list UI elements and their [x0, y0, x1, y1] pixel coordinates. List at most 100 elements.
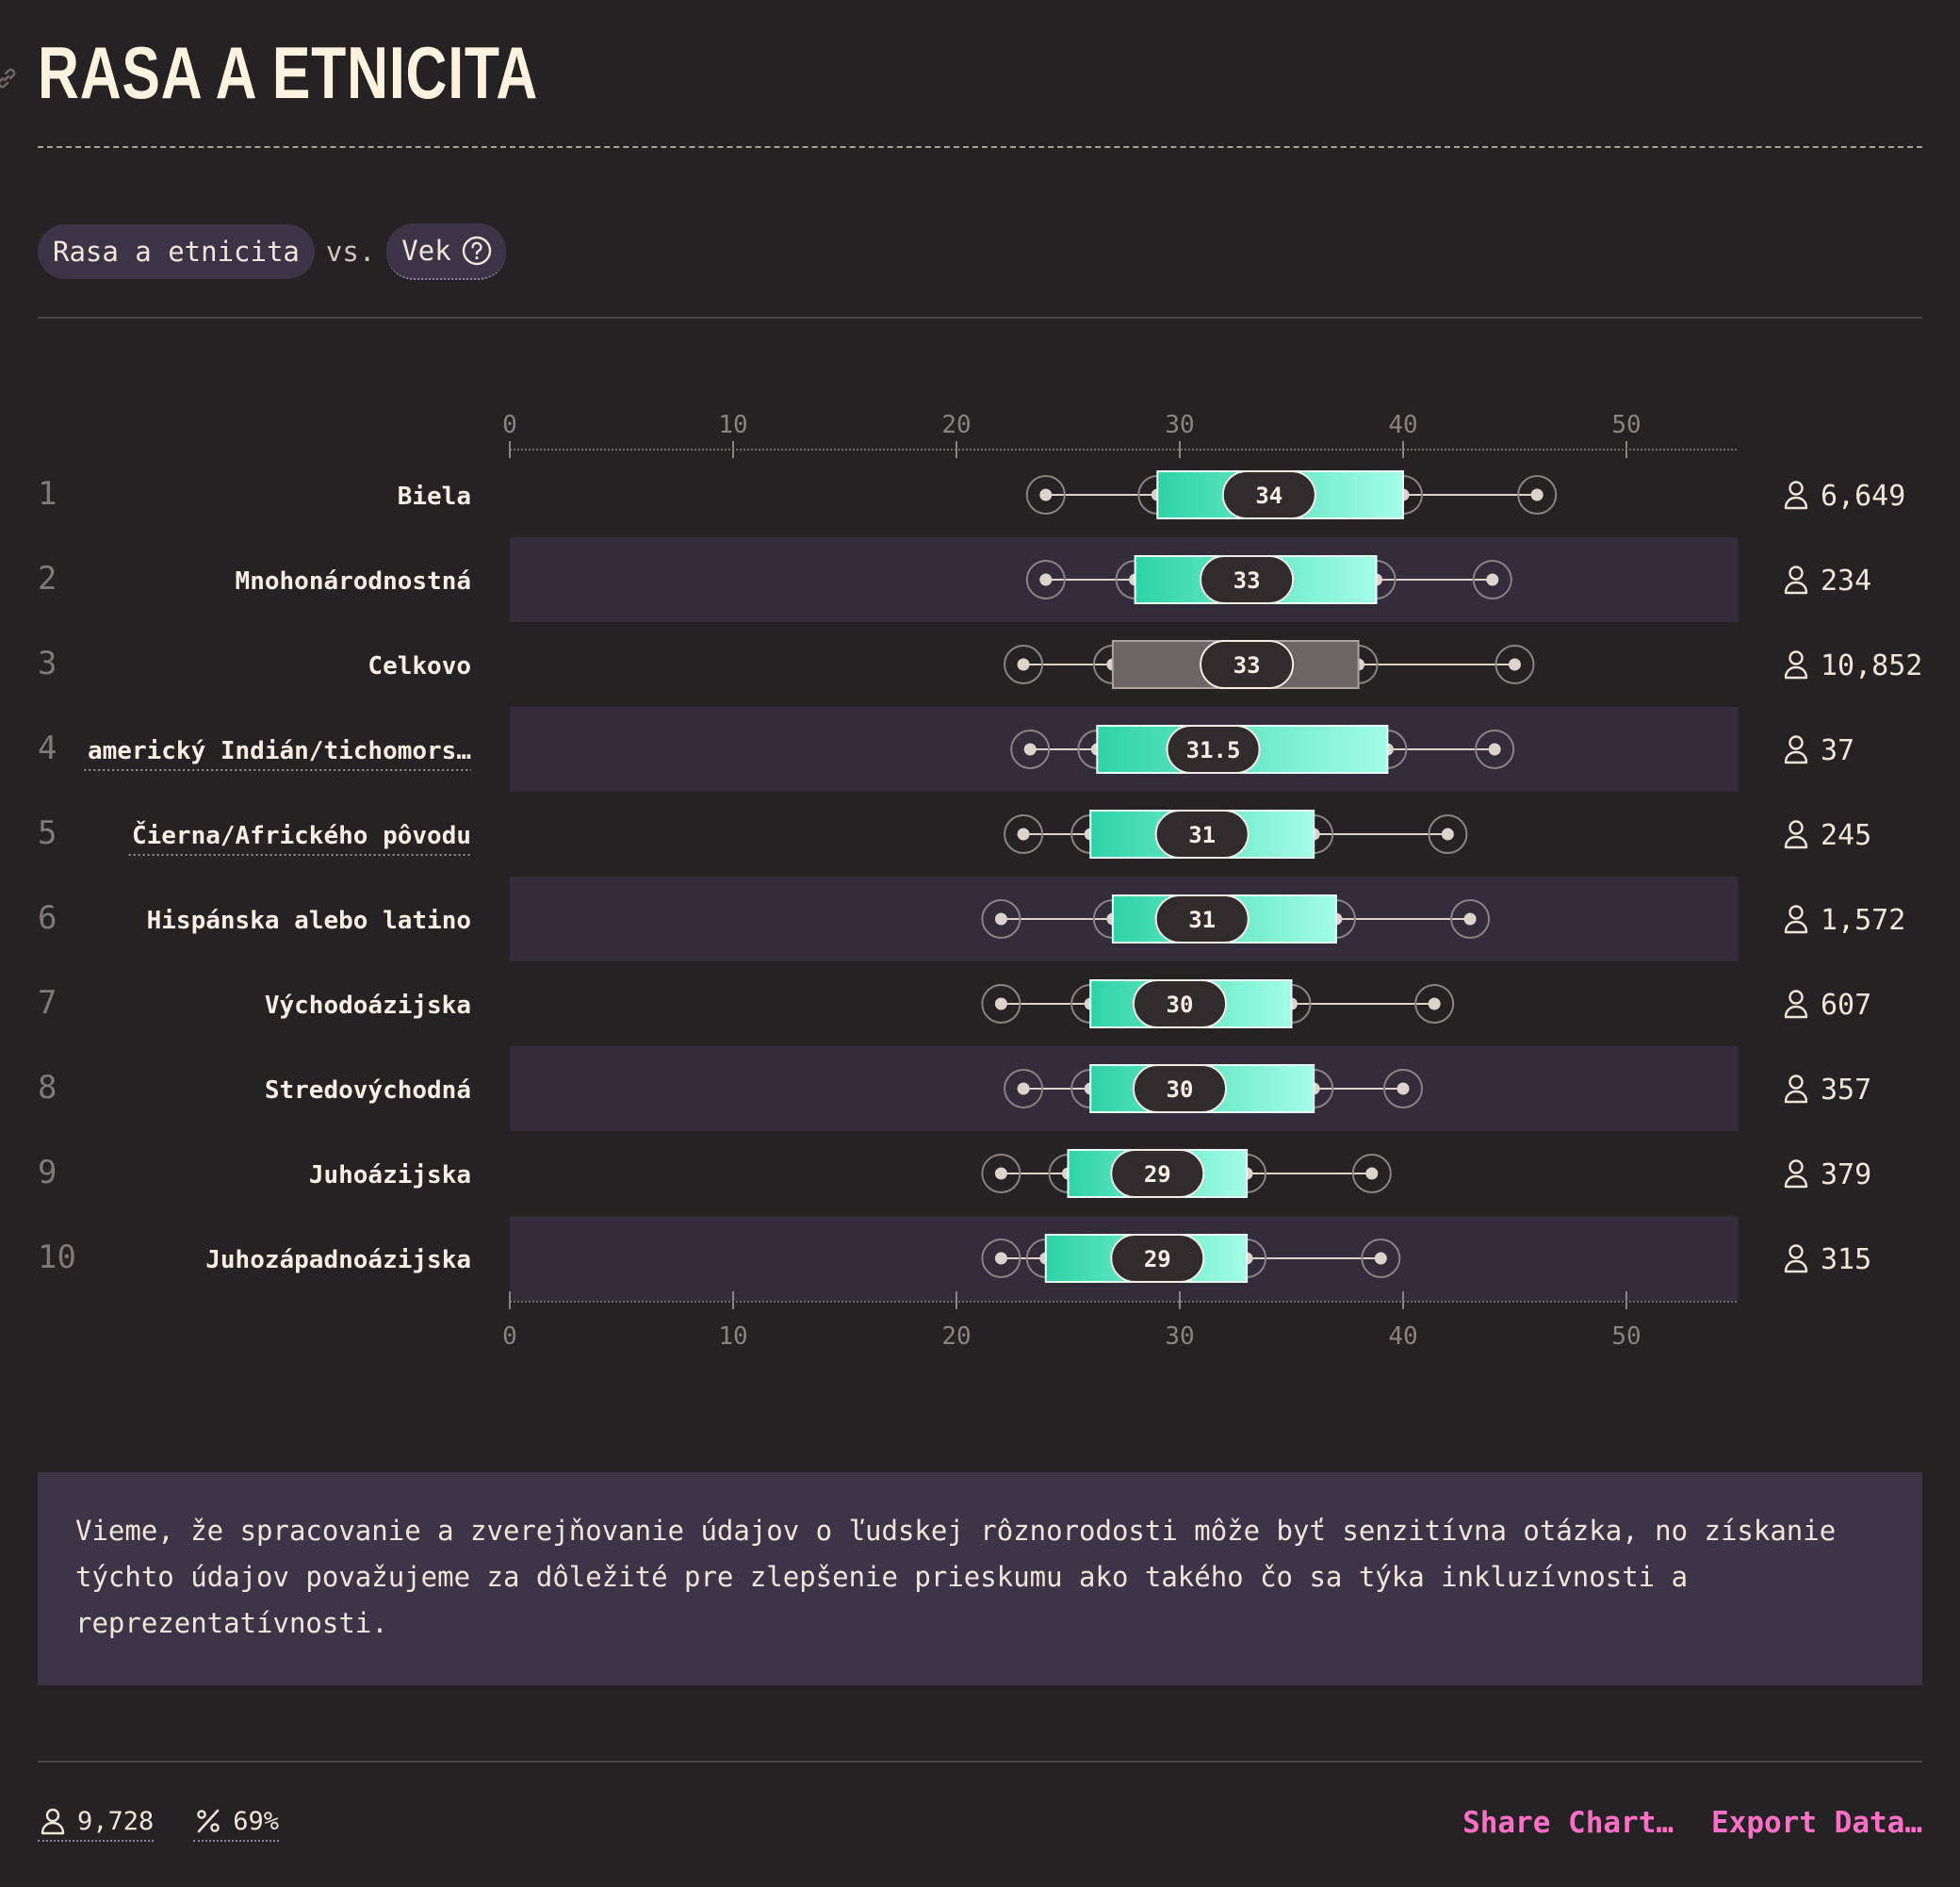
percent-value: 69% [233, 1806, 280, 1836]
person-icon [1784, 905, 1808, 934]
person-icon-body [1784, 1090, 1808, 1104]
median-label: 31.5 [1186, 737, 1241, 763]
vs-label: vs. [325, 236, 376, 268]
row-rank: 5 [38, 814, 57, 852]
person-icon-head [1788, 566, 1804, 581]
person-icon-head [1788, 650, 1804, 665]
top-tick-label: 0 [502, 411, 517, 439]
link-icon[interactable] [0, 66, 19, 90]
secondary-variable-label: Vek [401, 235, 451, 267]
export-data-link[interactable]: Export Data… [1711, 1806, 1922, 1840]
row-rank: 1 [38, 475, 57, 513]
person-icon-body [1784, 581, 1808, 595]
person-icon [1784, 1244, 1808, 1273]
person-icon-body [1784, 1259, 1808, 1273]
row-count: 37 [1821, 734, 1854, 767]
age-box-plot-chart: 0 10 20 30 40 50 0 10 20 30 40 50 1 Biela 34 6,6492 Mn… [38, 411, 1922, 1351]
person-icon [1784, 481, 1808, 510]
top-tick-label: 20 [941, 411, 971, 439]
footer-stats: 9,728 69% [38, 1806, 280, 1842]
person-icon-head [1788, 1075, 1804, 1090]
median-label: 34 [1255, 483, 1282, 509]
row-label: americký Indián/tichomors… [88, 737, 471, 765]
p90-marker-dot [1463, 912, 1477, 926]
person-icon [1784, 566, 1808, 595]
bottom-tick-label: 20 [941, 1322, 971, 1351]
percent-stat[interactable]: 69% [193, 1806, 280, 1842]
row-rank: 2 [38, 560, 57, 598]
bottom-tick-label: 50 [1611, 1322, 1641, 1351]
bottom-tick-label: 40 [1388, 1322, 1417, 1351]
help-circle-icon[interactable] [461, 235, 493, 267]
person-icon-body [1784, 496, 1808, 510]
chart-row: 5 Čierna/Afrického pôvodu 31 245 [38, 810, 1871, 859]
p90-marker-dot [1374, 1252, 1387, 1265]
footer-divider [38, 1761, 1922, 1763]
row-rank: 4 [38, 730, 57, 767]
title-divider [38, 146, 1922, 148]
p90-marker-dot [1488, 743, 1501, 756]
share-chart-link[interactable]: Share Chart… [1462, 1806, 1674, 1840]
row-rank: 8 [38, 1069, 57, 1107]
page-title: RASA A ETNICITA [38, 31, 539, 114]
person-icon [1784, 1159, 1808, 1189]
p90-marker-dot [1396, 1082, 1410, 1095]
top-tick-label: 30 [1165, 411, 1194, 439]
row-rank: 9 [38, 1154, 57, 1191]
row-count: 6,649 [1821, 480, 1905, 513]
row-count: 379 [1821, 1158, 1871, 1191]
top-tick-label: 40 [1388, 411, 1417, 439]
row-label: Čierna/Afrického pôvodu [132, 820, 471, 850]
p10-marker-dot [994, 912, 1007, 926]
row-count: 234 [1821, 565, 1871, 598]
p90-marker-dot [1509, 658, 1521, 671]
median-label: 29 [1144, 1161, 1171, 1188]
p10-marker-dot [1039, 488, 1053, 501]
person-icon [1784, 1075, 1808, 1104]
respondents-stat[interactable]: 9,728 [38, 1806, 155, 1842]
top-tick-label: 50 [1611, 411, 1641, 439]
percent-icon [197, 1809, 220, 1833]
person-icon-head [1788, 735, 1804, 750]
median-label: 30 [1167, 1076, 1194, 1103]
p10-marker-dot [1017, 1082, 1030, 1095]
row-rank: 3 [38, 645, 57, 682]
median-label: 30 [1167, 992, 1194, 1018]
chart-row: 3 Celkovo 33 10,852 [38, 640, 1922, 689]
median-label: 31 [1188, 822, 1216, 848]
row-count: 1,572 [1821, 904, 1905, 937]
bottom-tick-label: 30 [1165, 1322, 1194, 1351]
person-icon [1784, 820, 1808, 849]
row-label: Juhozápadnoázijska [205, 1246, 471, 1274]
row-label: Mnohonárodnostná [236, 567, 471, 596]
person-icon [1784, 650, 1808, 680]
secondary-variable-pill[interactable]: Vek [386, 223, 506, 280]
p10-marker-dot [994, 1252, 1007, 1265]
p90-marker-dot [1365, 1167, 1379, 1180]
person-icon-body [1784, 750, 1808, 764]
median-label: 31 [1188, 907, 1216, 933]
row-count: 357 [1821, 1074, 1871, 1107]
p10-marker-dot [1023, 743, 1037, 756]
primary-variable-pill[interactable]: Rasa a etnicita [38, 224, 315, 279]
row-rank: 10 [38, 1239, 76, 1276]
person-icon-body [1784, 1174, 1808, 1189]
chart-row: 7 Východoázijska 30 607 [38, 979, 1871, 1028]
p10-marker-dot [994, 997, 1007, 1010]
person-icon-head [1788, 1244, 1804, 1259]
chart-row: 1 Biela 34 6,649 [38, 470, 1905, 519]
person-icon-body [1784, 1005, 1808, 1019]
row-label: Biela [398, 483, 471, 511]
p10-marker-dot [994, 1167, 1007, 1180]
person-icon-head [1788, 905, 1804, 920]
person-icon [1784, 990, 1808, 1019]
row-count: 10,852 [1821, 649, 1922, 682]
row-rank: 7 [38, 984, 57, 1022]
p10-marker-dot [1017, 828, 1030, 841]
p10-marker-dot [1039, 573, 1053, 586]
p10-marker-dot [1017, 658, 1030, 671]
p90-marker-dot [1441, 828, 1454, 841]
p90-marker-dot [1486, 573, 1499, 586]
median-label: 33 [1233, 652, 1261, 679]
person-icon-head [1788, 990, 1804, 1005]
